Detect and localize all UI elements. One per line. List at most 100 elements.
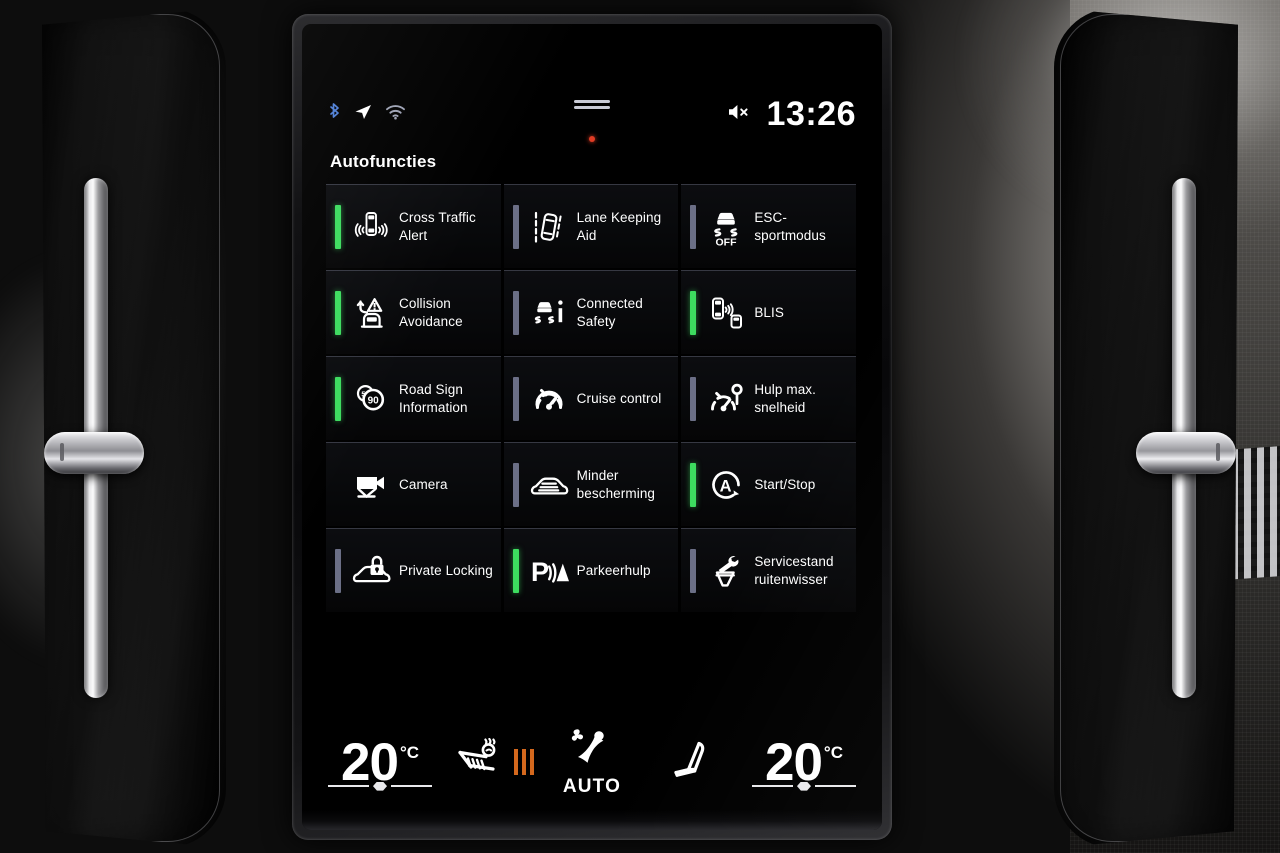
status-indicator	[690, 548, 697, 593]
status-indicator	[690, 204, 697, 249]
tile-label: Cross Traffic Alert	[399, 209, 476, 243]
collision-avoidance-icon	[350, 292, 392, 334]
volume-muted-icon[interactable]	[727, 102, 753, 127]
svg-text:OFF: OFF	[716, 236, 738, 247]
road-sign-information-icon: 50 90	[350, 378, 392, 420]
air-vent-right-knob[interactable]	[1136, 432, 1236, 474]
tile-private-locking[interactable]: Private Locking	[326, 528, 501, 612]
esc-sport-off-icon: OFF	[705, 206, 747, 248]
slider-track-left	[751, 785, 793, 788]
status-indicator	[335, 290, 341, 335]
wifi-icon	[385, 103, 406, 125]
svg-text:P: P	[531, 557, 549, 587]
tile-reduced-guard[interactable]: Minder bescherming	[503, 442, 679, 526]
bluetooth-icon	[328, 102, 341, 126]
private-locking-icon	[350, 550, 392, 592]
speed-limiter-icon	[705, 378, 747, 420]
blis-icon	[705, 292, 747, 334]
status-indicator	[512, 462, 519, 507]
tile-connected-safety[interactable]: Connected Safety	[503, 270, 679, 354]
slider-knob[interactable]	[796, 781, 811, 791]
tile-esc-sportmodus[interactable]: OFF ESC-sportmodus	[681, 184, 856, 268]
passenger-temp-unit: °C	[823, 742, 843, 762]
passenger-temp-slider[interactable]	[751, 780, 856, 792]
slider-knob[interactable]	[373, 781, 387, 791]
status-indicator	[690, 462, 697, 507]
car-dashboard: 13:26 Autofuncties Cross Traffic Alert L…	[0, 0, 1280, 853]
clock: 13:26	[766, 95, 856, 133]
passenger-temperature-control[interactable]: 20 °C	[738, 736, 870, 791]
heated-seat-icon	[455, 738, 507, 786]
status-indicator	[512, 290, 519, 335]
tile-label: Connected Safety	[576, 295, 643, 329]
tile-blis[interactable]: BLIS	[681, 270, 856, 354]
fan-auto-button[interactable]: AUTO	[543, 726, 640, 798]
reduced-guard-icon	[528, 464, 570, 506]
tile-park-assist[interactable]: P Parkeerhulp	[503, 528, 679, 612]
tile-lane-keeping-aid[interactable]: Lane Keeping Aid	[503, 184, 679, 268]
tile-speed-limiter[interactable]: Hulp max. snelheid	[681, 356, 856, 440]
status-indicator	[690, 376, 697, 421]
navigation-arrow-icon	[353, 102, 373, 126]
climate-control-bar: 20 °C AUTO 20 °C	[302, 716, 882, 808]
tile-label: Hulp max. snelheid	[754, 381, 816, 415]
passenger-seat-button[interactable]	[641, 739, 738, 785]
svg-text:A: A	[720, 477, 732, 495]
air-vent-left	[42, 8, 226, 848]
tile-label: Collision Avoidance	[399, 295, 463, 329]
tile-label: ESC-sportmodus	[754, 209, 826, 243]
tile-label: Camera	[399, 476, 448, 492]
status-indicator	[335, 376, 341, 421]
air-vent-right-outline	[1060, 14, 1238, 842]
park-assist-icon: P	[528, 550, 570, 592]
air-vent-left-knob[interactable]	[44, 432, 144, 474]
start-stop-icon: A	[705, 464, 747, 506]
connected-safety-icon	[528, 292, 570, 334]
status-indicator	[512, 376, 519, 421]
drag-handle-icon[interactable]	[574, 100, 610, 111]
status-bar: 13:26	[302, 86, 882, 142]
cross-traffic-alert-icon	[350, 206, 392, 248]
wiper-service-icon	[705, 550, 747, 592]
status-indicator	[512, 548, 519, 593]
driver-temperature-control[interactable]: 20 °C	[314, 736, 446, 791]
tile-label: Minder bescherming	[576, 467, 656, 501]
tile-road-sign-information[interactable]: 50 90 Road Sign Information	[326, 356, 501, 440]
fan-auto-seat-icon	[559, 726, 625, 774]
status-indicator	[690, 290, 697, 335]
slider-track-left	[328, 785, 369, 788]
seat-icon	[663, 739, 715, 785]
svg-text:90: 90	[368, 395, 380, 406]
tile-label: Servicestand ruitenwisser	[754, 553, 834, 587]
driver-temp-slider[interactable]	[328, 780, 432, 792]
lane-keeping-aid-icon	[528, 206, 570, 248]
tile-wiper-service[interactable]: Servicestand ruitenwisser	[681, 528, 856, 612]
infotainment-screen[interactable]: 13:26 Autofuncties Cross Traffic Alert L…	[302, 24, 882, 830]
slider-track-right	[814, 785, 856, 788]
tile-collision-avoidance[interactable]: Collision Avoidance	[326, 270, 501, 354]
tile-label: BLIS	[754, 304, 784, 320]
status-indicator	[335, 204, 341, 249]
tile-label: Cruise control	[576, 390, 662, 406]
cruise-control-icon	[528, 378, 570, 420]
driver-temp-unit: °C	[399, 742, 420, 762]
function-tile-grid: Cross Traffic Alert Lane Keeping Aid OFF…	[326, 184, 856, 612]
tile-cross-traffic-alert[interactable]: Cross Traffic Alert	[326, 184, 501, 268]
tile-cruise-control[interactable]: Cruise control	[503, 356, 679, 440]
page-title: Autofuncties	[330, 152, 437, 171]
tile-start-stop[interactable]: A Start/Stop	[681, 442, 856, 526]
tile-label: Parkeerhulp	[576, 562, 651, 578]
camera-icon	[350, 464, 392, 506]
screen-bottom-edge	[302, 810, 882, 830]
air-vent-right	[1054, 8, 1238, 848]
tile-label: Road Sign Information	[399, 381, 468, 415]
recording-dot-icon	[589, 136, 595, 142]
tile-camera[interactable]: Camera	[326, 442, 501, 526]
air-vent-left-outline	[42, 14, 220, 842]
tile-label: Private Locking	[399, 562, 493, 578]
tile-label: Start/Stop	[754, 476, 816, 492]
center-display-bezel: 13:26 Autofuncties Cross Traffic Alert L…	[292, 14, 892, 840]
slider-track-right	[391, 785, 432, 788]
status-indicator	[335, 548, 341, 593]
driver-seat-heater-button[interactable]	[446, 738, 543, 786]
